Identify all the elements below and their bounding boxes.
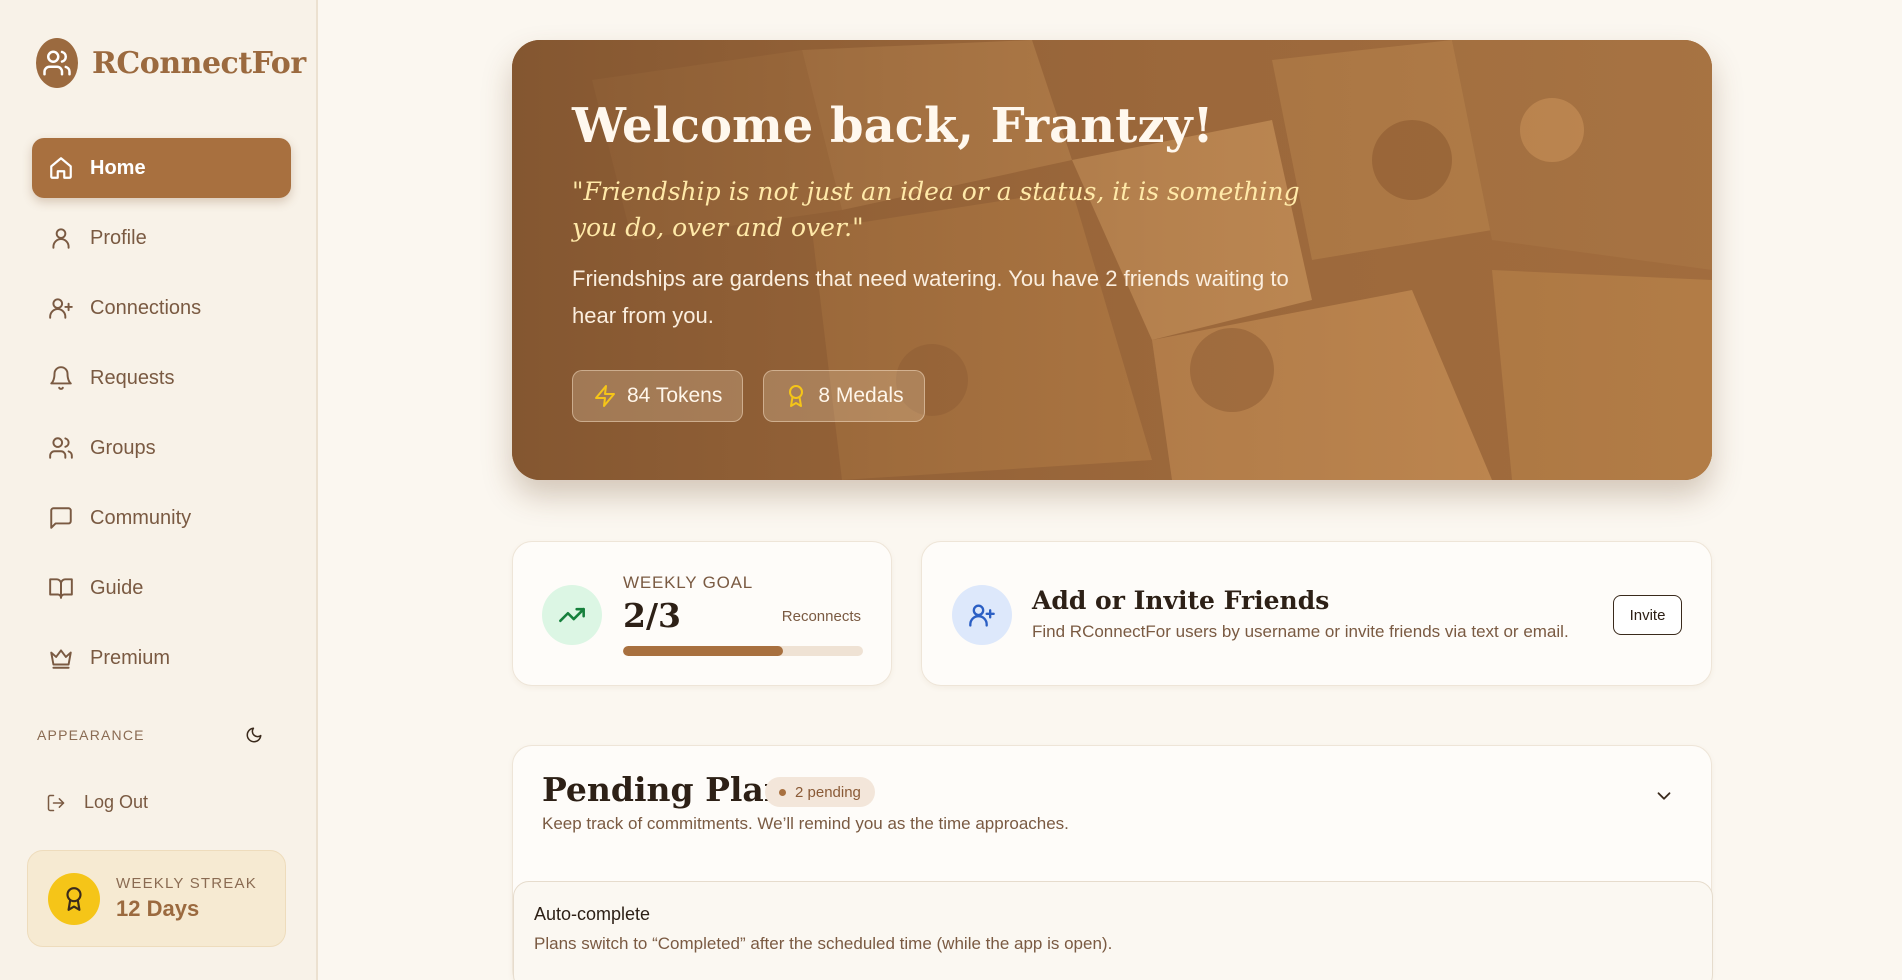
sidebar-item-profile[interactable]: Profile: [32, 208, 291, 268]
pending-plans-subtitle: Keep track of commitments. We’ll remind …: [542, 814, 1069, 833]
streak-value: 12 Days: [116, 896, 200, 921]
sidebar-item-groups[interactable]: Groups: [32, 418, 291, 478]
sidebar: RConnectFor Home Profile Connections Req…: [0, 0, 318, 980]
brand-logo-icon: [36, 38, 78, 88]
trending-up-icon: [542, 585, 602, 645]
award-icon: [789, 385, 804, 407]
tokens-badge[interactable]: 84 Tokens: [572, 370, 744, 422]
sidebar-item-guide[interactable]: Guide: [32, 558, 291, 618]
streak-label: WEEKLY STREAK: [116, 875, 257, 892]
sidebar-item-label: Guide: [90, 576, 144, 599]
pending-count-badge: 2 pending: [765, 777, 875, 807]
sidebar-item-home[interactable]: Home: [32, 138, 291, 198]
sidebar-item-label: Requests: [90, 366, 175, 389]
auto-complete-title: Auto-complete: [534, 904, 651, 924]
pending-count-label: 2 pending: [795, 783, 861, 801]
weekly-goal-card: WEEKLY GOAL 2/3 Reconnects: [512, 541, 892, 686]
award-icon: [48, 872, 100, 925]
book-icon: [49, 578, 73, 599]
appearance-label: APPEARANCE: [37, 727, 145, 743]
user-plus-icon: [49, 298, 73, 319]
chevron-down-icon[interactable]: [1653, 785, 1675, 807]
sidebar-item-label: Home: [90, 156, 146, 179]
welcome-text: Friendships are gardens that need wateri…: [572, 266, 1289, 328]
sidebar-nav: Home Profile Connections Requests Groups…: [32, 138, 291, 698]
user-icon: [52, 228, 70, 249]
crown-icon: [50, 649, 72, 669]
logout-button[interactable]: Log Out: [46, 792, 148, 813]
pending-plans-card: Pending Plans 2 pending Keep track of co…: [512, 745, 1713, 980]
sidebar-item-premium[interactable]: Premium: [32, 628, 291, 688]
sidebar-item-connections[interactable]: Connections: [32, 278, 291, 338]
invite-button[interactable]: Invite: [1613, 595, 1682, 635]
welcome-hero: Welcome back, Frantzy! "Friendship is no…: [512, 40, 1712, 480]
sidebar-item-label: Profile: [90, 226, 147, 249]
sidebar-item-label: Groups: [90, 436, 156, 459]
tokens-label: 84 Tokens: [627, 384, 723, 407]
user-plus-icon: [952, 585, 1012, 645]
sidebar-item-label: Connections: [90, 296, 202, 319]
sidebar-item-label: Community: [90, 506, 192, 529]
auto-complete-panel: Auto-complete Plans switch to “Completed…: [513, 881, 1713, 980]
users-icon: [49, 437, 73, 459]
log-out-icon: [47, 794, 65, 811]
bell-icon: [50, 366, 72, 390]
appearance-row: APPEARANCE: [37, 726, 263, 744]
sidebar-item-label: Premium: [90, 646, 171, 669]
moon-icon[interactable]: [245, 726, 263, 744]
brand-name: RConnectFor: [92, 45, 306, 81]
invite-title: Add or Invite Friends: [1032, 586, 1330, 615]
weekly-streak-card: WEEKLY STREAK 12 Days: [27, 850, 286, 947]
medals-badge[interactable]: 8 Medals: [763, 370, 925, 422]
home-icon: [50, 157, 72, 179]
sidebar-item-requests[interactable]: Requests: [32, 348, 291, 408]
welcome-title: Welcome back, Frantzy!: [572, 98, 1214, 154]
weekly-goal-progress: [623, 646, 863, 656]
welcome-quote: "Friendship is not just an idea or a sta…: [572, 177, 1300, 242]
weekly-goal-value: 2/3: [623, 596, 681, 635]
weekly-goal-unit: Reconnects: [781, 608, 861, 625]
weekly-goal-label: WEEKLY GOAL: [623, 573, 754, 592]
status-dot: [779, 788, 786, 796]
zap-icon: [595, 385, 615, 407]
invite-friends-card: Add or Invite Friends Find RConnectFor u…: [921, 541, 1712, 686]
message-square-icon: [50, 507, 72, 529]
brand[interactable]: RConnectFor: [36, 38, 306, 88]
invite-subtitle: Find RConnectFor users by username or in…: [1032, 622, 1569, 641]
weekly-goal-progress-fill: [623, 646, 784, 656]
medals-label: 8 Medals: [818, 384, 904, 407]
sidebar-item-community[interactable]: Community: [32, 488, 291, 548]
auto-complete-description: Plans switch to “Completed” after the sc…: [534, 934, 1113, 953]
logout-label: Log Out: [84, 792, 149, 812]
